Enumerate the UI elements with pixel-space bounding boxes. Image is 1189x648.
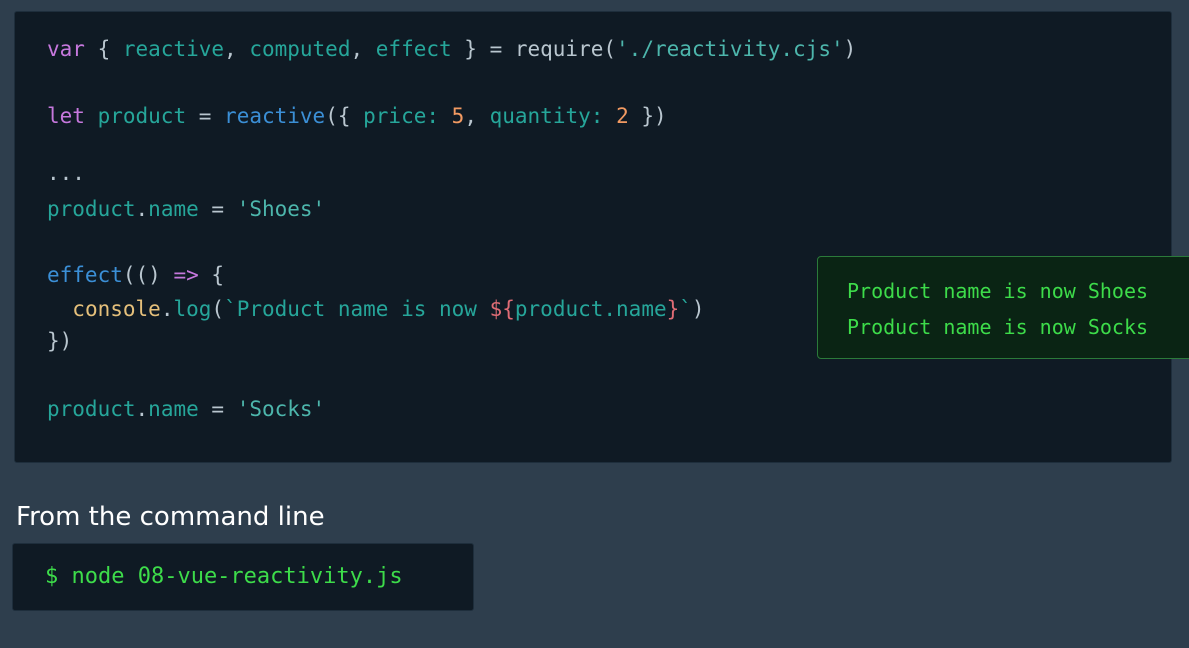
identifier: product <box>47 197 136 221</box>
code-line-8: product.name = 'Socks' <box>47 397 326 421</box>
template-text: Product name is now <box>236 297 490 321</box>
object-key: price: <box>363 104 439 128</box>
section-heading: From the command line <box>16 502 325 532</box>
string-literal: './reactivity.cjs' <box>616 37 844 61</box>
method-name: log <box>173 297 212 321</box>
interpolation-expression: product.name <box>514 297 667 321</box>
identifier: product <box>47 397 136 421</box>
interpolation-open: ${ <box>489 297 515 321</box>
console-output-line: Product name is now Shoes <box>847 279 1149 303</box>
code-line-4: product.name = 'Shoes' <box>47 197 326 221</box>
identifier: product <box>97 104 187 128</box>
terminal-command: $ node 08-vue-reactivity.js <box>45 564 403 589</box>
number-literal: 5 <box>451 104 465 128</box>
property: name <box>148 397 199 421</box>
identifier: effect <box>375 37 452 61</box>
interpolation-close: } <box>666 297 680 321</box>
property: name <box>148 197 199 221</box>
string-literal: 'Socks' <box>236 397 326 421</box>
function-name: require <box>514 37 604 61</box>
code-panel: var { reactive, computed, effect } = req… <box>14 11 1172 463</box>
string-literal: 'Shoes' <box>236 197 326 221</box>
code-line-3-ellipsis: ... <box>47 161 85 185</box>
identifier: console <box>72 297 161 321</box>
code-line-5: effect(() => { <box>47 263 225 287</box>
code-line-2: let product = reactive({ price: 5, quant… <box>47 104 667 128</box>
code-line-1: var { reactive, computed, effect } = req… <box>47 37 857 61</box>
keyword: let <box>47 104 85 128</box>
code-line-6: console.log(`Product name is now ${produ… <box>72 297 705 321</box>
number-literal: 2 <box>616 104 629 128</box>
console-output-panel: Product name is now Shoes Product name i… <box>817 256 1189 359</box>
function-name: effect <box>47 263 123 287</box>
terminal-panel: $ node 08-vue-reactivity.js <box>12 543 474 611</box>
arrow-operator: => <box>173 263 199 287</box>
identifier: reactive <box>122 37 225 61</box>
console-output-line: Product name is now Socks <box>847 315 1149 339</box>
code-line-7: }) <box>47 329 73 353</box>
identifier: computed <box>249 37 351 61</box>
function-name: reactive <box>224 104 326 128</box>
keyword: var <box>47 37 85 61</box>
object-key: quantity: <box>489 104 604 128</box>
